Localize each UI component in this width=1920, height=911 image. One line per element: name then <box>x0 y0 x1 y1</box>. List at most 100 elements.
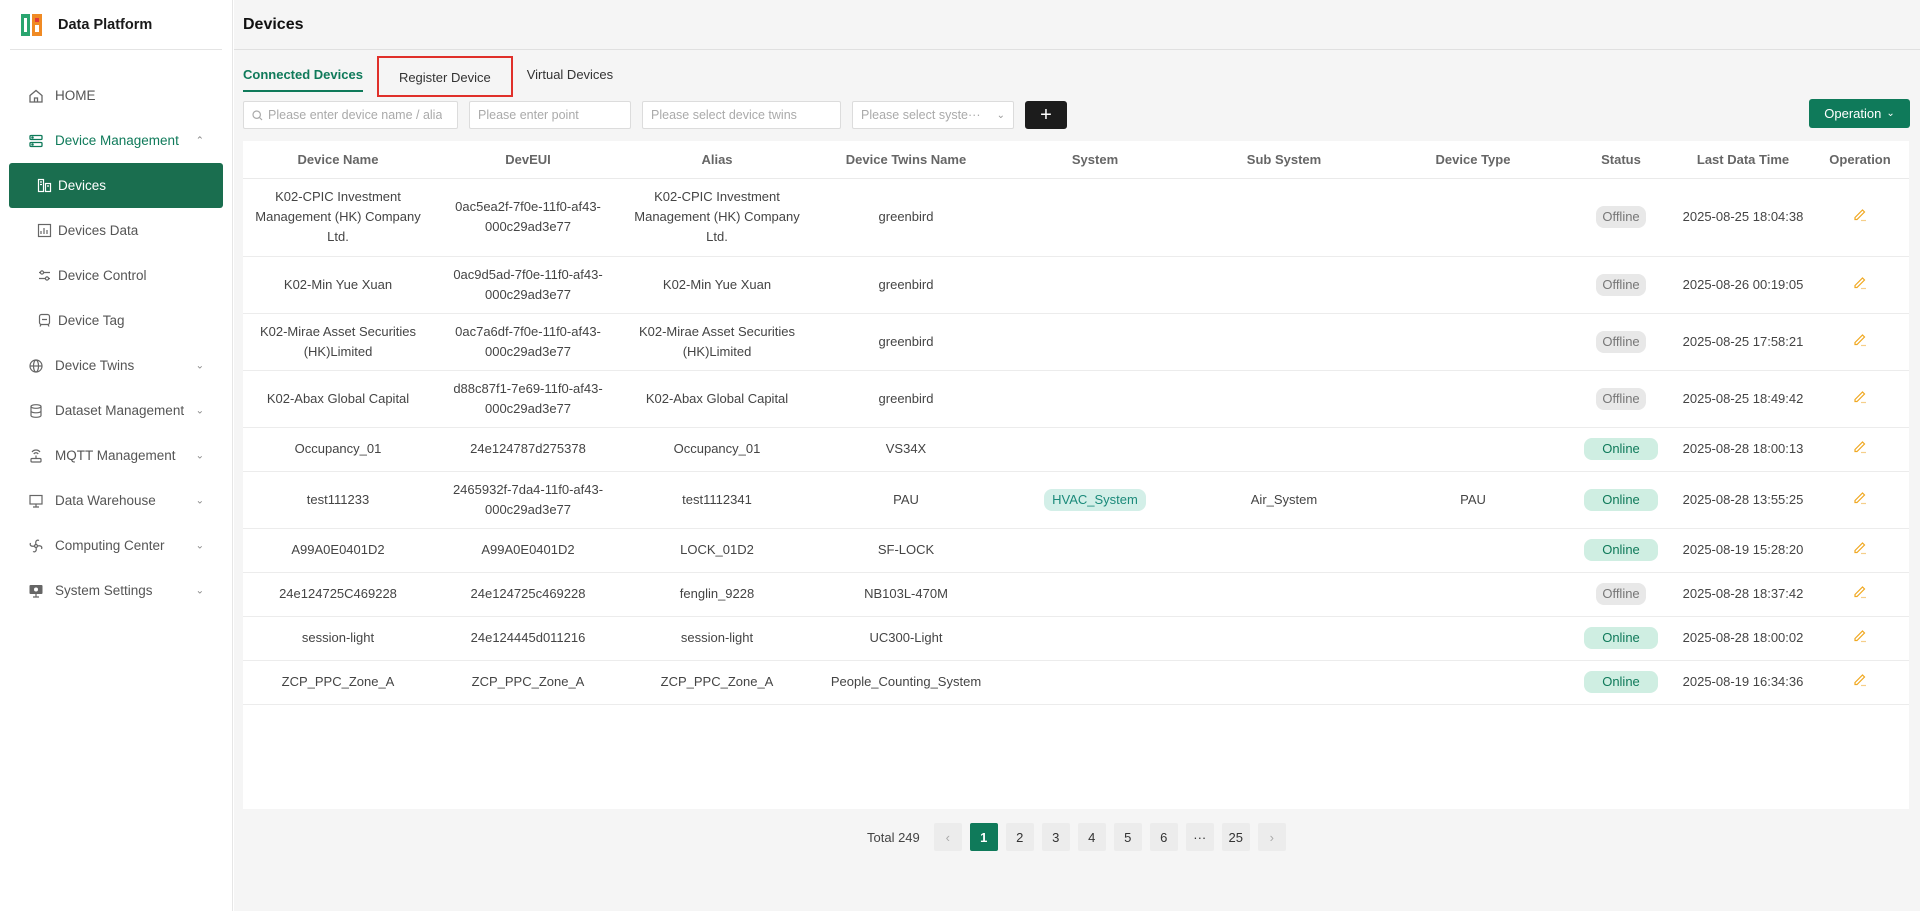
sidebar-item-mqtt-management[interactable]: MQTT Management ⌄ <box>0 433 232 478</box>
table-row[interactable]: test111233 2465932f-7da4-11f0-af43-000c29… <box>243 471 1909 529</box>
sidebar-item-system-settings[interactable]: System Settings ⌄ <box>0 568 232 613</box>
tab-connected-devices[interactable]: Connected Devices <box>243 67 363 92</box>
sidebar-item-label: Data Warehouse <box>55 493 156 508</box>
tab-virtual-devices[interactable]: Virtual Devices <box>527 67 613 92</box>
alias-cell: session-light <box>623 616 811 661</box>
sidebar-item-home[interactable]: HOME <box>0 73 232 118</box>
sidebar-item-data-warehouse[interactable]: Data Warehouse ⌄ <box>0 478 232 523</box>
alias-cell: K02-Abax Global Capital <box>623 370 811 428</box>
sidebar-item-label: Device Twins <box>55 358 135 373</box>
page-button[interactable]: 2 <box>1005 823 1034 851</box>
add-button[interactable]: + <box>1025 101 1067 129</box>
status-cell: Online <box>1567 471 1675 529</box>
system-cell <box>1001 528 1189 573</box>
table-row[interactable]: K02-Min Yue Xuan 0ac9d5ad-7f0e-11f0-af43-… <box>243 256 1909 314</box>
edit-icon[interactable] <box>1852 331 1868 353</box>
sidebar-item-label: Devices <box>58 178 107 193</box>
operation-cell <box>1811 427 1909 472</box>
alias-cell: fenglin_9228 <box>623 572 811 617</box>
sidebar-item-device-twins[interactable]: Device Twins ⌄ <box>0 343 232 388</box>
edit-icon[interactable] <box>1852 627 1868 649</box>
device-name-search-input[interactable]: Please enter device name / alia <box>243 101 458 129</box>
next-page-button[interactable]: › <box>1257 823 1286 851</box>
table-row[interactable]: 24e124725C469228 24e124725c469228 fenglin_… <box>243 572 1909 617</box>
device-name-cell: K02-Min Yue Xuan <box>243 256 433 314</box>
sidebar-item-label: MQTT Management <box>55 448 176 463</box>
device-twins-placeholder: Please select device twins <box>651 108 797 122</box>
chevron-down-icon: ⌄ <box>1886 108 1895 119</box>
tabs: Connected Devices Register Device Virtua… <box>243 50 627 97</box>
edit-icon[interactable] <box>1852 539 1868 561</box>
table-row[interactable]: K02-CPIC Investment Management (HK) Comp… <box>243 178 1909 257</box>
device-name-cell: A99A0E0401D2 <box>243 528 433 573</box>
alias-cell: LOCK_01D2 <box>623 528 811 573</box>
last-data-time-cell: 2025-08-25 18:49:42 <box>1675 370 1811 428</box>
sidebar-subitem-device-control[interactable]: Device Control <box>0 253 232 298</box>
last-data-time-cell: 2025-08-26 00:19:05 <box>1675 256 1811 314</box>
last-data-time-cell: 2025-08-19 15:28:20 <box>1675 528 1811 573</box>
col-sub-system: Sub System <box>1189 141 1379 179</box>
operation-cell <box>1811 313 1909 371</box>
table-row[interactable]: session-light 24e124445d011216 session-lig… <box>243 616 1909 661</box>
table-row[interactable]: K02-Mirae Asset Securities (HK)Limited 0a… <box>243 313 1909 371</box>
device-type-cell <box>1379 572 1567 617</box>
filter-bar: Please enter device name / alia Please e… <box>243 101 1067 129</box>
sidebar-item-dataset-management[interactable]: Dataset Management ⌄ <box>0 388 232 433</box>
table-row[interactable]: Occupancy_01 24e124787d275378 Occupancy_01… <box>243 427 1909 472</box>
device-twins-select[interactable]: Please select device twins <box>642 101 841 129</box>
page-button[interactable]: 4 <box>1077 823 1106 851</box>
edit-icon[interactable] <box>1852 438 1868 460</box>
device-type-cell <box>1379 616 1567 661</box>
edit-icon[interactable] <box>1852 489 1868 511</box>
device-type-cell <box>1379 178 1567 257</box>
system-tag: HVAC_System <box>1044 488 1146 511</box>
table-row[interactable]: ZCP_PPC_Zone_A ZCP_PPC_Zone_A ZCP_PPC_Zone… <box>243 660 1909 705</box>
operation-button[interactable]: Operation ⌄ <box>1809 99 1910 128</box>
system-cell <box>1001 256 1189 314</box>
sidebar-subitem-device-tag[interactable]: Device Tag <box>0 298 232 343</box>
edit-icon[interactable] <box>1852 206 1868 228</box>
sidebar: Data Platform HOME Device Management ⌃ D… <box>0 0 233 911</box>
warehouse-icon <box>27 492 45 510</box>
prev-page-button[interactable]: ‹ <box>933 823 962 851</box>
device-twins-cell: greenbird <box>811 256 1001 314</box>
system-cell <box>1001 616 1189 661</box>
operation-cell <box>1811 572 1909 617</box>
status-badge: Offline <box>1596 330 1646 353</box>
page-button[interactable]: 1 <box>969 823 998 851</box>
page-button[interactable]: ··· <box>1185 823 1214 851</box>
page-button[interactable]: 3 <box>1041 823 1070 851</box>
device-type-cell <box>1379 660 1567 705</box>
edit-icon[interactable] <box>1852 274 1868 296</box>
page-button[interactable]: 5 <box>1113 823 1142 851</box>
point-input[interactable]: Please enter point <box>469 101 631 129</box>
operation-cell <box>1811 370 1909 428</box>
alias-cell: K02-Min Yue Xuan <box>623 256 811 314</box>
sidebar-item-device-management[interactable]: Device Management ⌃ <box>0 118 232 163</box>
deveui-cell: 0ac9d5ad-7f0e-11f0-af43-000c29ad3e77 <box>433 256 623 314</box>
edit-icon[interactable] <box>1852 671 1868 693</box>
table-row[interactable]: A99A0E0401D2 A99A0E0401D2 LOCK_01D2 SF-LOCK… <box>243 528 1909 573</box>
tab-register-device[interactable]: Register Device <box>376 56 513 97</box>
alias-cell: K02-Mirae Asset Securities (HK)Limited <box>623 313 811 371</box>
edit-icon[interactable] <box>1852 583 1868 605</box>
sidebar-item-computing-center[interactable]: Computing Center ⌄ <box>0 523 232 568</box>
edit-icon[interactable] <box>1852 388 1868 410</box>
last-data-time-cell: 2025-08-28 18:00:02 <box>1675 616 1811 661</box>
status-cell: Offline <box>1567 178 1675 257</box>
table-row[interactable]: K02-Abax Global Capital d88c87f1-7e69-11f… <box>243 370 1909 428</box>
status-cell: Online <box>1567 616 1675 661</box>
sidebar-subitem-devices[interactable]: Devices <box>9 163 223 208</box>
sidebar-item-label: HOME <box>55 88 96 103</box>
page-button[interactable]: 25 <box>1221 823 1250 851</box>
brand: Data Platform <box>10 0 222 50</box>
status-badge: Offline <box>1596 583 1646 605</box>
alias-cell: test1112341 <box>623 471 811 529</box>
status-badge: Offline <box>1596 387 1646 410</box>
operation-cell <box>1811 256 1909 314</box>
device-type-cell <box>1379 256 1567 314</box>
system-select[interactable]: Please select syste··· ⌄ <box>852 101 1014 129</box>
sidebar-subitem-devices-data[interactable]: Devices Data <box>0 208 232 253</box>
page-button[interactable]: 6 <box>1149 823 1178 851</box>
deveui-cell: 0ac7a6df-7f0e-11f0-af43-000c29ad3e77 <box>433 313 623 371</box>
